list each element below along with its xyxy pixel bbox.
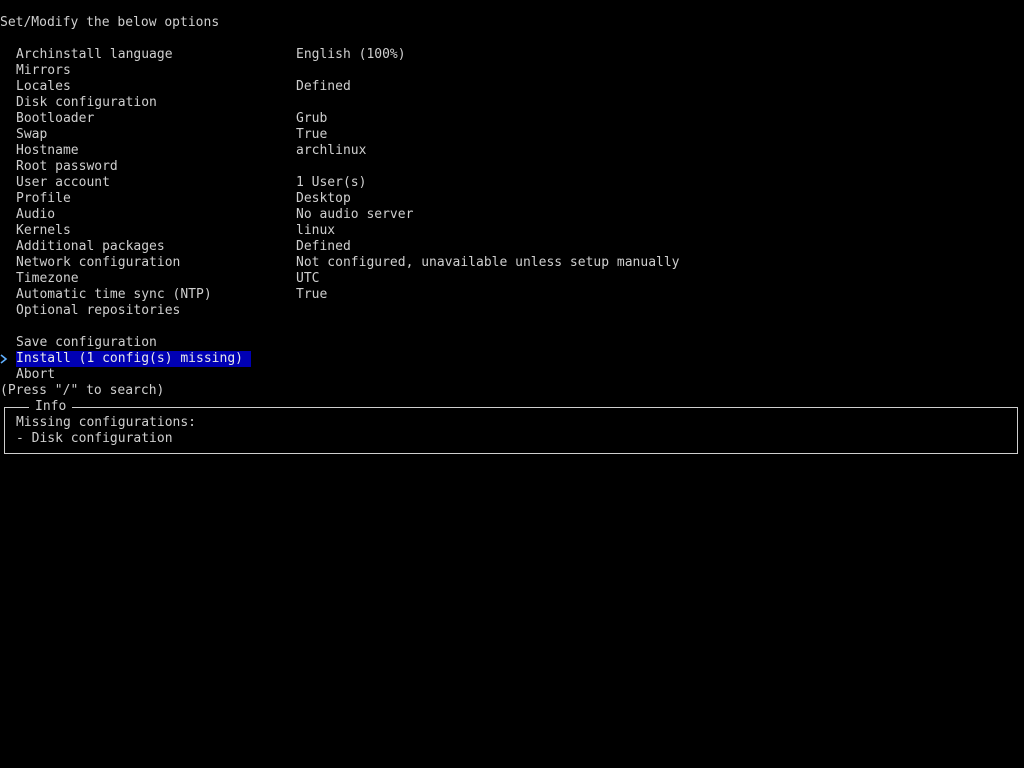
option-label: Swap xyxy=(16,127,48,142)
option-label: Locales xyxy=(16,79,71,94)
option-value: Defined xyxy=(296,239,351,254)
option-label: Kernels xyxy=(16,223,71,238)
page-title: Set/Modify the below options xyxy=(0,15,220,30)
option-value: Desktop xyxy=(296,191,351,206)
option-label: Hostname xyxy=(16,143,79,158)
info-panel-title: Info xyxy=(29,399,73,415)
chevron-right-icon xyxy=(0,351,12,367)
option-label: Optional repositories xyxy=(16,303,181,318)
option-value: True xyxy=(296,287,328,302)
abort-button[interactable]: Abort xyxy=(16,367,55,383)
option-value: linux xyxy=(296,223,336,238)
option-label: Disk configuration xyxy=(16,95,157,110)
info-panel: Info Missing configurations: - Disk conf… xyxy=(4,399,1018,454)
option-label: Additional packages xyxy=(16,239,165,254)
option-value: No audio server xyxy=(296,207,414,222)
option-value: Not configured, unavailable unless setup… xyxy=(296,255,680,270)
option-label: Archinstall language xyxy=(16,47,173,62)
option-label: User account xyxy=(16,175,110,190)
option-label: Profile xyxy=(16,191,71,206)
option-label: Mirrors xyxy=(16,63,71,78)
option-label: Root password xyxy=(16,159,118,174)
option-label: Bootloader xyxy=(16,111,95,126)
option-value: Grub xyxy=(296,111,328,126)
install-button[interactable]: Install (1 config(s) missing) xyxy=(16,351,251,367)
info-line: - Disk configuration xyxy=(16,431,173,446)
save-configuration-button[interactable]: Save configuration xyxy=(16,335,157,351)
option-value: True xyxy=(296,127,328,142)
option-value: archlinux xyxy=(296,143,367,158)
info-line: Missing configurations: xyxy=(16,415,197,430)
search-hint: (Press "/" to search) xyxy=(0,383,165,398)
option-value: 1 User(s) xyxy=(296,175,367,190)
option-label: Network configuration xyxy=(16,255,181,270)
option-label: Timezone xyxy=(16,271,79,286)
option-label: Automatic time sync (NTP) xyxy=(16,287,212,302)
option-value: Defined xyxy=(296,79,351,94)
option-label: Audio xyxy=(16,207,56,222)
option-value: English (100%) xyxy=(296,47,406,62)
option-value: UTC xyxy=(296,271,320,286)
